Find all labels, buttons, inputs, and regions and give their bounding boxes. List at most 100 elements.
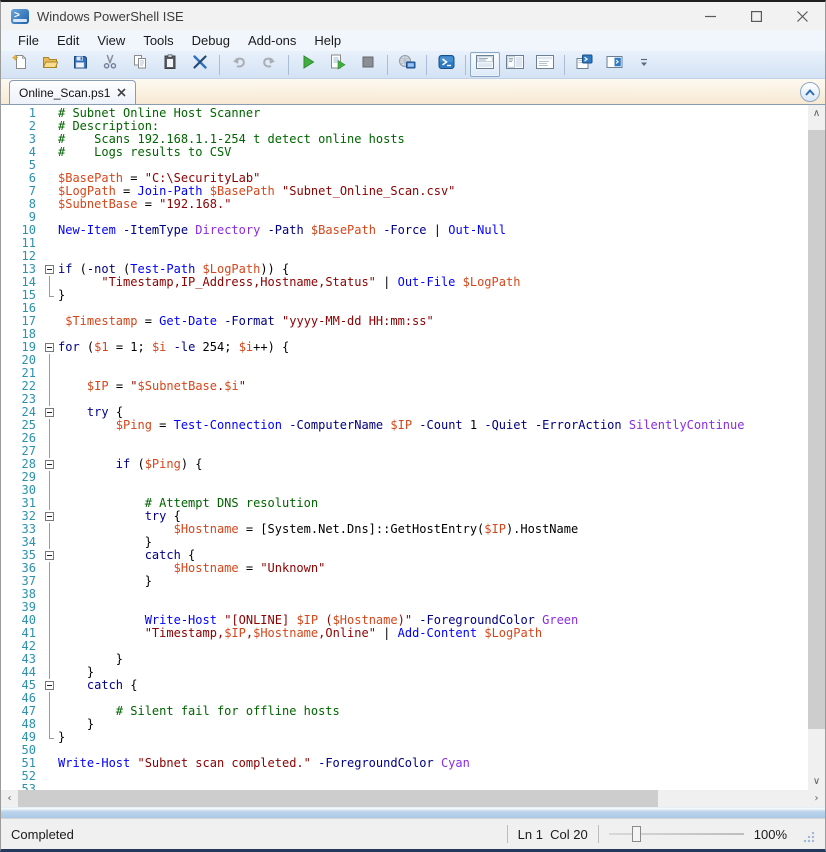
start-powershell-button[interactable] [431,52,461,77]
new-remote-powershell-tab-button[interactable] [392,52,422,77]
fold-margin [41,744,58,757]
fold-margin [41,276,58,289]
menu-help[interactable]: Help [305,31,350,50]
maximize-button[interactable] [733,2,779,30]
zoom-slider-thumb[interactable] [632,826,641,842]
fold-margin [41,471,58,484]
clear-console-button[interactable] [185,52,215,77]
run-selection-button[interactable] [323,52,353,77]
vertical-scroll-thumb[interactable] [808,130,825,729]
fold-margin [41,120,58,133]
script-pane: 1# Subnet Online Host Scanner2# Descript… [1,104,825,790]
close-icon [797,11,808,22]
code-line: 4# Logs results to CSV [1,146,808,159]
close-button[interactable] [779,2,825,30]
paste-icon [162,54,178,75]
menu-bar: FileEditViewToolsDebugAdd-onsHelp [1,30,825,51]
toolbar [1,51,825,79]
copy-icon [132,54,148,75]
horizontal-scroll-thumb[interactable] [18,790,658,807]
line-number: 53 [1,783,41,790]
menu-edit[interactable]: Edit [48,31,88,50]
pane-splitter [1,807,825,818]
cut-button[interactable] [95,52,125,77]
menu-view[interactable]: View [88,31,134,50]
code-line: 43 } [1,653,808,666]
open-script-button[interactable] [35,52,65,77]
show-script-pane-top-button[interactable] [470,52,500,77]
open-script-icon [42,54,58,75]
copy-button[interactable] [125,52,155,77]
new-powershell-tab-icon [576,54,593,75]
close-icon [117,88,126,97]
tab-close-button[interactable] [117,88,126,97]
maximize-icon [751,11,762,22]
menu-add-ons[interactable]: Add-ons [239,31,305,50]
fold-margin [41,536,58,549]
stop-operation-button[interactable] [353,52,383,77]
toolbar-separator [564,55,565,75]
new-script-button[interactable] [5,52,35,77]
scroll-down-arrow-icon[interactable]: ∨ [808,773,825,790]
window-title: Windows PowerShell ISE [37,9,184,24]
redo-button[interactable] [254,52,284,77]
fold-margin [41,601,58,614]
tab-online-scan-ps1[interactable]: Online_Scan.ps1 [9,80,136,104]
show-script-pane-right-button[interactable] [500,52,530,77]
menu-file[interactable]: File [9,31,48,50]
fold-margin [41,562,58,575]
new-powershell-tab-button[interactable] [569,52,599,77]
code-editor[interactable]: 1# Subnet Online Host Scanner2# Descript… [1,105,808,790]
title-bar: > Windows PowerShell ISE [1,2,825,30]
save-script-button[interactable] [65,52,95,77]
code-text: $Ping = Test-Connection -ComputerName $I… [58,419,744,432]
code-text: for ($1 = 1; $i -le 254; $i++) { [58,341,289,354]
fold-collapse-box[interactable] [41,263,58,276]
minimize-button[interactable] [687,2,733,30]
zoom-slider[interactable] [609,825,744,843]
show-command-add-on-button[interactable] [599,52,629,77]
fold-margin [41,627,58,640]
cursor-position: Ln 1 Col 20 [518,827,588,842]
menu-debug[interactable]: Debug [183,31,239,50]
tab-label: Online_Scan.ps1 [19,86,110,100]
scroll-up-arrow-icon[interactable]: ∧ [808,105,825,122]
clear-console-icon [192,54,208,75]
status-text: Completed [11,827,74,842]
run-selection-icon [330,54,346,75]
collapse-script-pane-button[interactable] [800,82,820,102]
fold-margin [41,185,58,198]
horizontal-scrollbar[interactable]: ‹ › [1,790,825,807]
scroll-left-arrow-icon[interactable]: ‹ [1,790,18,807]
fold-collapse-box[interactable] [41,406,58,419]
paste-button[interactable] [155,52,185,77]
status-bar: Completed Ln 1 Col 20 100% [1,818,825,849]
fold-margin [41,497,58,510]
undo-button[interactable] [224,52,254,77]
powershell-ise-window: > Windows PowerShell ISE FileEditViewToo… [0,0,826,852]
show-script-pane-maximized-button[interactable] [530,52,560,77]
menu-tools[interactable]: Tools [134,31,182,50]
overflow-button[interactable] [629,52,659,77]
fold-collapse-box[interactable] [41,458,58,471]
code-line: 52 [1,770,808,783]
toolbar-separator [387,55,388,75]
fold-margin [41,614,58,627]
fold-collapse-box[interactable] [41,679,58,692]
minimize-icon [705,11,716,22]
code-line: 11 [1,237,808,250]
toolbar-separator [288,55,289,75]
fold-collapse-box[interactable] [41,510,58,523]
vertical-scrollbar[interactable]: ∧ ∨ [808,105,825,790]
scroll-right-arrow-icon[interactable]: › [808,790,825,807]
statusbar-divider [507,825,508,843]
run-script-button[interactable] [293,52,323,77]
code-line: 53 [1,783,808,790]
save-script-icon [72,54,88,75]
resize-grip[interactable] [803,831,815,843]
fold-collapse-box[interactable] [41,549,58,562]
fold-collapse-box[interactable] [41,341,58,354]
code-line: 25 $Ping = Test-Connection -ComputerName… [1,419,808,432]
fold-margin [41,250,58,263]
powershell-ise-app-icon: > [11,9,29,24]
